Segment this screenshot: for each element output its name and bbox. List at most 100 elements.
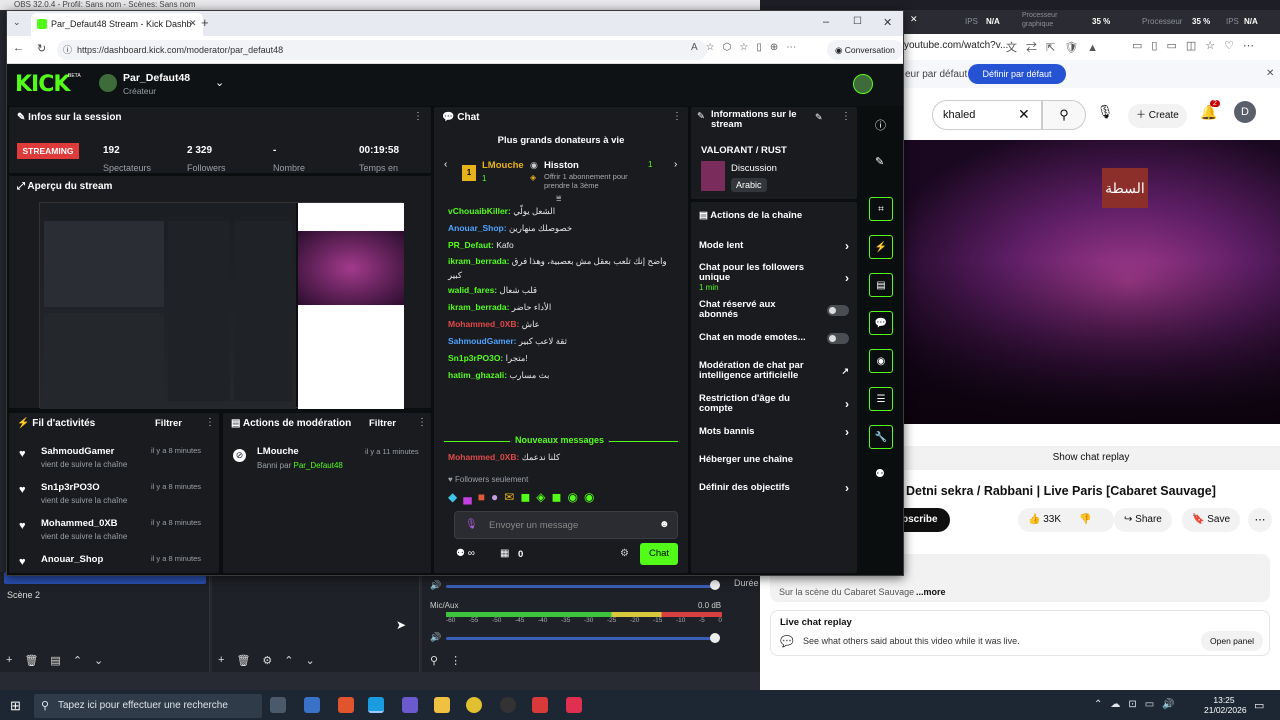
add-scene-icon[interactable]: + [6, 654, 12, 667]
video-player[interactable]: السطة [902, 140, 1280, 424]
activity-item[interactable]: ♥ Anouar_Shop il y a 8 minutes [9, 553, 219, 573]
chat-user[interactable]: walid_fares: [448, 285, 497, 295]
menu-dots-icon[interactable]: ⋮ [672, 111, 682, 122]
chat-message[interactable]: Mohammed_0XB: عاش [434, 316, 688, 333]
move-up-icon[interactable]: ⌃ [284, 654, 293, 667]
app-icon[interactable] [532, 697, 548, 713]
close-tab-icon[interactable]: ✕ [910, 14, 918, 25]
slider-knob[interactable] [710, 633, 720, 643]
copilot-conversation-button[interactable]: ◉ Conversation [827, 40, 903, 60]
chat-user[interactable]: ikram_berrada: [448, 256, 509, 266]
system-tray-icons[interactable]: ⌃☁⊡▭🔊 [1094, 699, 1183, 710]
users-icon[interactable]: ⚉ ∞ [456, 548, 475, 559]
activity-item[interactable]: ♥ SahmoudGamer vient de suivre la chaîne… [9, 445, 219, 481]
activity-user[interactable]: Anouar_Shop [41, 554, 103, 565]
channel-action-0[interactable]: Mode lent › [691, 232, 857, 260]
stream-category[interactable]: Discussion [731, 163, 777, 174]
channel-action-5[interactable]: Restriction d'âge du compte › [691, 390, 857, 418]
menu-dots-icon[interactable]: ⋮ [841, 111, 851, 122]
set-default-button[interactable]: Définir par défaut [968, 64, 1066, 84]
chevron-right-icon[interactable]: › [845, 239, 849, 253]
chevron-left-icon[interactable]: ‹ [444, 159, 447, 170]
chevron-down-icon[interactable]: ⌄ [215, 76, 224, 89]
activity-user[interactable]: Sn1p3rPO3O [41, 482, 100, 493]
chat-message[interactable]: vChouaibKiller: الشعل يولّي [434, 203, 688, 220]
mic-icon[interactable]: 🎙 [465, 519, 478, 530]
bolt-icon[interactable]: ⚡ [869, 235, 893, 259]
chat-user[interactable]: Anouar_Shop: [448, 223, 507, 233]
slider-knob[interactable] [710, 580, 720, 590]
remove-scene-icon[interactable]: 🗑 [24, 654, 38, 667]
toggle-switch[interactable] [827, 304, 849, 316]
user-avatar[interactable] [853, 74, 873, 94]
chat-message[interactable]: walid_fares: قلب شعال [434, 282, 688, 299]
file-explorer-icon[interactable] [434, 697, 450, 713]
close-window-icon[interactable]: ✕ [883, 16, 892, 29]
mod-item-by[interactable]: Par_Defaut48 [293, 461, 342, 470]
menu-dots-icon[interactable]: ⋮ [413, 111, 423, 122]
channel-action-6[interactable]: Mots bannis › [691, 418, 857, 446]
menu-dots-icon[interactable]: ⋮ [450, 654, 461, 667]
avatar[interactable]: D [1234, 101, 1256, 123]
share-button[interactable]: ↪ Share [1114, 508, 1172, 532]
channel-action-7[interactable]: Héberger une chaîne [691, 446, 857, 474]
back-icon[interactable]: ← [13, 42, 24, 54]
chat-message[interactable]: Sn1p3rPO3O: متجرا! [434, 350, 688, 367]
app-icon[interactable] [566, 697, 582, 713]
chat-user[interactable]: hatim_ghazali: [448, 370, 507, 380]
taskbar-search[interactable]: ⚲ Tapez ici pour effectuer une recherche [34, 694, 262, 718]
browser-toolbar-icons[interactable]: ▭▯▭◫☆♡⋯ [1132, 39, 1263, 52]
chat-user[interactable]: Sn1p3rPO3O: [448, 353, 503, 363]
chat-message[interactable]: hatim_ghazali: بث مسارب [434, 367, 688, 384]
channel-name[interactable]: Par_Defaut48 [123, 72, 190, 84]
create-button[interactable]: ＋ Create [1128, 104, 1187, 128]
activity-item[interactable]: ♥ Sn1p3rPO3O vient de suivre la chaîne i… [9, 481, 219, 517]
external-link-icon[interactable]: ↗ [841, 366, 849, 377]
settings-icon[interactable]: ⚙ [620, 548, 629, 559]
like-button[interactable]: 👍 33K 👎 [1018, 508, 1114, 532]
address-bar-icons[interactable]: A☆⬡☆▯⊕⋯ [691, 42, 804, 53]
chrome-icon[interactable] [466, 697, 482, 713]
donor-1-name[interactable]: LMouche [482, 160, 524, 171]
send-chat-button[interactable]: Chat [640, 543, 678, 565]
activity-user[interactable]: Mohammed_0XB [41, 518, 118, 529]
remove-source-icon[interactable]: 🗑 [236, 654, 250, 667]
more-options-icon[interactable]: ⋯ [1248, 508, 1272, 532]
speaker-icon[interactable]: 🔊 [430, 580, 441, 591]
close-tab-icon[interactable]: ✕ [189, 18, 197, 29]
show-chat-replay-button[interactable]: Show chat replay [902, 446, 1280, 470]
app-icon[interactable] [304, 697, 320, 713]
mod-item-name[interactable]: LMouche [257, 446, 299, 457]
activity-filter-button[interactable]: Filtrer [155, 418, 182, 429]
activity-user[interactable]: SahmoudGamer [41, 446, 114, 457]
stream-tag[interactable]: Arabic [731, 178, 767, 192]
document-icon[interactable]: ▤ [869, 273, 893, 297]
source-settings-icon[interactable]: ⚙ [262, 654, 272, 667]
wrench-icon[interactable]: 🔧 [869, 425, 893, 449]
chat-message[interactable]: Anouar_Shop: خصوصلك منهارين [434, 220, 688, 237]
minimize-icon[interactable]: – [823, 16, 829, 28]
url-input[interactable]: ⓘ https://dashboard.kick.com/moderator/p… [57, 40, 707, 60]
edit-pencil-icon[interactable]: ✎ [815, 112, 823, 123]
reload-icon[interactable]: ↻ [37, 42, 46, 55]
pencil-icon[interactable]: ✎ [875, 155, 884, 168]
channel-action-1[interactable]: Chat pour les followers unique 1 min › [691, 260, 857, 296]
activity-item[interactable]: ♥ Mohammed_0XB vient de suivre la chaîne… [9, 517, 219, 553]
dislike-icon[interactable]: 👎 [1079, 514, 1091, 525]
chevron-right-icon[interactable]: › [674, 159, 677, 170]
donor-2-name[interactable]: Hisston [544, 160, 579, 171]
close-bar-icon[interactable]: ✕ [1266, 68, 1274, 79]
list-icon[interactable]: ☰ [869, 387, 893, 411]
open-panel-button[interactable]: Open panel [1201, 631, 1263, 651]
channel-action-8[interactable]: Définir des objectifs › [691, 474, 857, 502]
chat-icon[interactable]: 💬 [869, 311, 893, 335]
toggle-switch[interactable] [827, 332, 849, 344]
stream-preview-image[interactable] [39, 202, 404, 409]
mic-icon[interactable]: 🎙 [1094, 104, 1116, 126]
channel-action-4[interactable]: Modération de chat par intelligence arti… [691, 352, 857, 390]
chevron-right-icon[interactable]: › [845, 425, 849, 439]
app-icon[interactable] [402, 697, 418, 713]
add-source-icon[interactable]: + [218, 654, 224, 667]
speaker-icon[interactable]: 🔊 [430, 632, 441, 643]
obs-scene-2[interactable]: Scène 2 [7, 590, 40, 600]
